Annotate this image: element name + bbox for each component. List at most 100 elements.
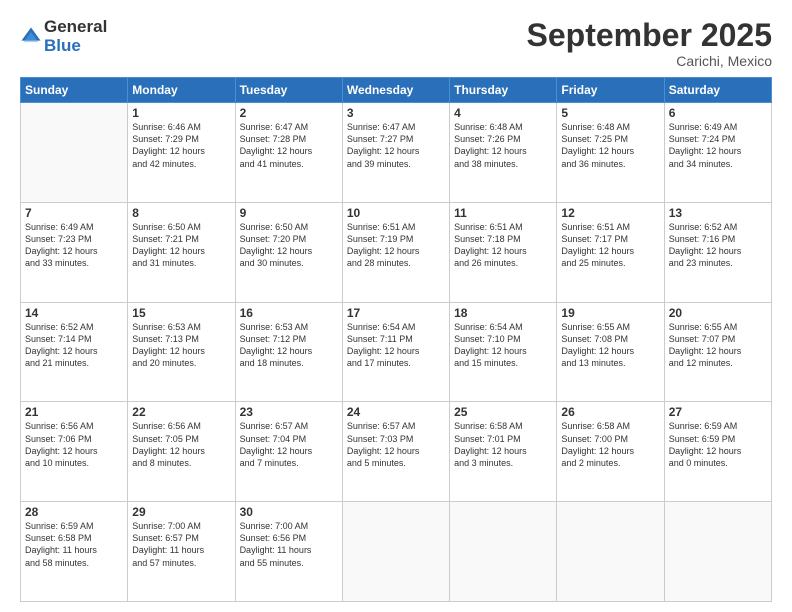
calendar-cell: 1Sunrise: 6:46 AM Sunset: 7:29 PM Daylig…	[128, 103, 235, 203]
cell-info: Sunrise: 7:00 AM Sunset: 6:57 PM Dayligh…	[132, 520, 230, 569]
calendar-table: Sunday Monday Tuesday Wednesday Thursday…	[20, 77, 772, 602]
logo-blue: Blue	[44, 37, 107, 56]
calendar-cell	[342, 502, 449, 602]
day-number: 3	[347, 106, 445, 120]
cell-info: Sunrise: 6:49 AM Sunset: 7:23 PM Dayligh…	[25, 221, 123, 270]
day-number: 6	[669, 106, 767, 120]
day-number: 24	[347, 405, 445, 419]
calendar-cell: 18Sunrise: 6:54 AM Sunset: 7:10 PM Dayli…	[450, 302, 557, 402]
day-number: 13	[669, 206, 767, 220]
cell-info: Sunrise: 6:51 AM Sunset: 7:18 PM Dayligh…	[454, 221, 552, 270]
day-number: 20	[669, 306, 767, 320]
day-number: 15	[132, 306, 230, 320]
calendar-cell: 23Sunrise: 6:57 AM Sunset: 7:04 PM Dayli…	[235, 402, 342, 502]
page: General Blue September 2025 Carichi, Mex…	[0, 0, 792, 612]
calendar-cell: 8Sunrise: 6:50 AM Sunset: 7:21 PM Daylig…	[128, 202, 235, 302]
col-saturday: Saturday	[664, 78, 771, 103]
day-number: 12	[561, 206, 659, 220]
col-thursday: Thursday	[450, 78, 557, 103]
day-number: 17	[347, 306, 445, 320]
calendar-cell: 14Sunrise: 6:52 AM Sunset: 7:14 PM Dayli…	[21, 302, 128, 402]
calendar-cell: 30Sunrise: 7:00 AM Sunset: 6:56 PM Dayli…	[235, 502, 342, 602]
month-title: September 2025	[527, 18, 772, 53]
calendar-cell	[450, 502, 557, 602]
calendar-cell: 28Sunrise: 6:59 AM Sunset: 6:58 PM Dayli…	[21, 502, 128, 602]
cell-info: Sunrise: 6:47 AM Sunset: 7:27 PM Dayligh…	[347, 121, 445, 170]
logo-icon	[20, 26, 42, 48]
location: Carichi, Mexico	[527, 53, 772, 69]
calendar-cell: 10Sunrise: 6:51 AM Sunset: 7:19 PM Dayli…	[342, 202, 449, 302]
day-number: 29	[132, 505, 230, 519]
day-number: 30	[240, 505, 338, 519]
cell-info: Sunrise: 6:52 AM Sunset: 7:16 PM Dayligh…	[669, 221, 767, 270]
cell-info: Sunrise: 6:53 AM Sunset: 7:13 PM Dayligh…	[132, 321, 230, 370]
logo: General Blue	[20, 18, 107, 55]
calendar-header: Sunday Monday Tuesday Wednesday Thursday…	[21, 78, 772, 103]
day-number: 7	[25, 206, 123, 220]
day-number: 14	[25, 306, 123, 320]
cell-info: Sunrise: 6:57 AM Sunset: 7:04 PM Dayligh…	[240, 420, 338, 469]
calendar-cell: 20Sunrise: 6:55 AM Sunset: 7:07 PM Dayli…	[664, 302, 771, 402]
col-monday: Monday	[128, 78, 235, 103]
calendar-week-4: 21Sunrise: 6:56 AM Sunset: 7:06 PM Dayli…	[21, 402, 772, 502]
calendar-cell: 24Sunrise: 6:57 AM Sunset: 7:03 PM Dayli…	[342, 402, 449, 502]
calendar-cell: 19Sunrise: 6:55 AM Sunset: 7:08 PM Dayli…	[557, 302, 664, 402]
cell-info: Sunrise: 6:58 AM Sunset: 7:00 PM Dayligh…	[561, 420, 659, 469]
day-number: 19	[561, 306, 659, 320]
calendar-cell: 16Sunrise: 6:53 AM Sunset: 7:12 PM Dayli…	[235, 302, 342, 402]
day-number: 23	[240, 405, 338, 419]
day-number: 10	[347, 206, 445, 220]
calendar-cell: 11Sunrise: 6:51 AM Sunset: 7:18 PM Dayli…	[450, 202, 557, 302]
cell-info: Sunrise: 6:53 AM Sunset: 7:12 PM Dayligh…	[240, 321, 338, 370]
cell-info: Sunrise: 6:54 AM Sunset: 7:10 PM Dayligh…	[454, 321, 552, 370]
day-number: 25	[454, 405, 552, 419]
day-number: 22	[132, 405, 230, 419]
cell-info: Sunrise: 6:56 AM Sunset: 7:06 PM Dayligh…	[25, 420, 123, 469]
day-number: 28	[25, 505, 123, 519]
calendar-cell: 9Sunrise: 6:50 AM Sunset: 7:20 PM Daylig…	[235, 202, 342, 302]
cell-info: Sunrise: 6:58 AM Sunset: 7:01 PM Dayligh…	[454, 420, 552, 469]
col-sunday: Sunday	[21, 78, 128, 103]
calendar-cell: 12Sunrise: 6:51 AM Sunset: 7:17 PM Dayli…	[557, 202, 664, 302]
col-wednesday: Wednesday	[342, 78, 449, 103]
calendar-cell	[21, 103, 128, 203]
day-number: 8	[132, 206, 230, 220]
calendar-cell	[557, 502, 664, 602]
col-tuesday: Tuesday	[235, 78, 342, 103]
cell-info: Sunrise: 6:56 AM Sunset: 7:05 PM Dayligh…	[132, 420, 230, 469]
cell-info: Sunrise: 6:48 AM Sunset: 7:26 PM Dayligh…	[454, 121, 552, 170]
day-number: 21	[25, 405, 123, 419]
calendar-cell: 22Sunrise: 6:56 AM Sunset: 7:05 PM Dayli…	[128, 402, 235, 502]
day-number: 2	[240, 106, 338, 120]
cell-info: Sunrise: 6:59 AM Sunset: 6:58 PM Dayligh…	[25, 520, 123, 569]
title-section: September 2025 Carichi, Mexico	[527, 18, 772, 69]
calendar-cell	[664, 502, 771, 602]
day-number: 4	[454, 106, 552, 120]
cell-info: Sunrise: 6:50 AM Sunset: 7:21 PM Dayligh…	[132, 221, 230, 270]
calendar-cell: 2Sunrise: 6:47 AM Sunset: 7:28 PM Daylig…	[235, 103, 342, 203]
calendar-cell: 26Sunrise: 6:58 AM Sunset: 7:00 PM Dayli…	[557, 402, 664, 502]
cell-info: Sunrise: 7:00 AM Sunset: 6:56 PM Dayligh…	[240, 520, 338, 569]
cell-info: Sunrise: 6:49 AM Sunset: 7:24 PM Dayligh…	[669, 121, 767, 170]
calendar-cell: 5Sunrise: 6:48 AM Sunset: 7:25 PM Daylig…	[557, 103, 664, 203]
logo-general: General	[44, 18, 107, 37]
calendar-body: 1Sunrise: 6:46 AM Sunset: 7:29 PM Daylig…	[21, 103, 772, 602]
cell-info: Sunrise: 6:46 AM Sunset: 7:29 PM Dayligh…	[132, 121, 230, 170]
header: General Blue September 2025 Carichi, Mex…	[20, 18, 772, 69]
cell-info: Sunrise: 6:57 AM Sunset: 7:03 PM Dayligh…	[347, 420, 445, 469]
day-number: 18	[454, 306, 552, 320]
calendar-cell: 21Sunrise: 6:56 AM Sunset: 7:06 PM Dayli…	[21, 402, 128, 502]
calendar-cell: 27Sunrise: 6:59 AM Sunset: 6:59 PM Dayli…	[664, 402, 771, 502]
calendar-week-2: 7Sunrise: 6:49 AM Sunset: 7:23 PM Daylig…	[21, 202, 772, 302]
calendar-cell: 17Sunrise: 6:54 AM Sunset: 7:11 PM Dayli…	[342, 302, 449, 402]
header-row: Sunday Monday Tuesday Wednesday Thursday…	[21, 78, 772, 103]
calendar-week-5: 28Sunrise: 6:59 AM Sunset: 6:58 PM Dayli…	[21, 502, 772, 602]
cell-info: Sunrise: 6:52 AM Sunset: 7:14 PM Dayligh…	[25, 321, 123, 370]
calendar-week-3: 14Sunrise: 6:52 AM Sunset: 7:14 PM Dayli…	[21, 302, 772, 402]
calendar-cell: 7Sunrise: 6:49 AM Sunset: 7:23 PM Daylig…	[21, 202, 128, 302]
calendar-cell: 13Sunrise: 6:52 AM Sunset: 7:16 PM Dayli…	[664, 202, 771, 302]
day-number: 11	[454, 206, 552, 220]
calendar-cell: 3Sunrise: 6:47 AM Sunset: 7:27 PM Daylig…	[342, 103, 449, 203]
day-number: 5	[561, 106, 659, 120]
cell-info: Sunrise: 6:48 AM Sunset: 7:25 PM Dayligh…	[561, 121, 659, 170]
